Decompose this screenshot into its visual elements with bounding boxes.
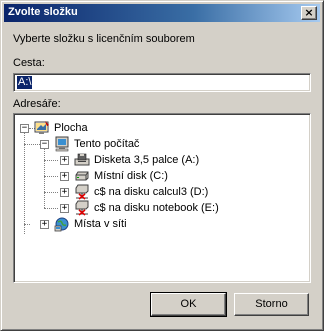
collapse-icon[interactable]: − — [20, 124, 29, 133]
ok-button[interactable]: OK — [150, 292, 227, 317]
tree-node-label: Místní disk (C:) — [94, 170, 168, 182]
folders-label: Adresáře: — [13, 98, 61, 110]
tree-node-label: Disketa 3,5 palce (A:) — [94, 154, 200, 166]
floppy-drive-icon — [74, 153, 90, 166]
title-bar[interactable]: Zvolte složku × — [4, 4, 320, 22]
folder-tree[interactable]: − Plocha − Tento počítač + Disketa 3,5 p… — [13, 113, 311, 283]
tree-node-label: c$ na disku calcul3 (D:) — [94, 186, 209, 198]
tree-node-drive-e[interactable]: + c$ na disku notebook (E:) — [14, 200, 304, 216]
expand-icon[interactable]: + — [60, 156, 69, 165]
folder-picker-dialog: Zvolte složku × Vyberte složku s licenčn… — [0, 0, 324, 331]
desktop-icon — [34, 121, 49, 134]
path-input[interactable]: A:\ — [13, 73, 311, 92]
tree-node-network-places[interactable]: + Místa v síti — [14, 216, 304, 232]
expand-icon[interactable]: + — [60, 204, 69, 213]
tree-node-my-computer[interactable]: − Tento počítač — [14, 136, 304, 152]
close-button[interactable]: × — [301, 6, 317, 20]
tree-node-drive-c[interactable]: + Místní disk (C:) — [14, 168, 304, 184]
dialog-title: Zvolte složku — [8, 6, 78, 18]
tree-node-label: Místa v síti — [74, 218, 127, 230]
expand-icon[interactable]: + — [40, 220, 49, 229]
computer-icon — [55, 136, 69, 152]
tree-node-label: Tento počítač — [74, 138, 140, 150]
expand-icon[interactable]: + — [60, 188, 69, 197]
collapse-icon[interactable]: − — [40, 140, 49, 149]
cancel-button[interactable]: Storno — [234, 293, 309, 316]
network-drive-icon — [75, 184, 89, 200]
network-places-icon — [54, 217, 69, 232]
hard-drive-icon — [75, 171, 89, 181]
network-drive-icon — [75, 200, 89, 216]
instruction-text: Vyberte složku s licenčním souborem — [13, 33, 195, 45]
tree-node-drive-a[interactable]: + Disketa 3,5 palce (A:) — [14, 152, 304, 168]
path-label: Cesta: — [13, 57, 45, 69]
tree-node-label: Plocha — [54, 122, 88, 134]
tree-node-label: c$ na disku notebook (E:) — [94, 202, 219, 214]
close-icon: × — [304, 6, 314, 19]
path-input-value: A:\ — [17, 76, 33, 89]
tree-node-drive-d[interactable]: + c$ na disku calcul3 (D:) — [14, 184, 304, 200]
tree-node-desktop[interactable]: − Plocha — [14, 120, 304, 136]
expand-icon[interactable]: + — [60, 172, 69, 181]
